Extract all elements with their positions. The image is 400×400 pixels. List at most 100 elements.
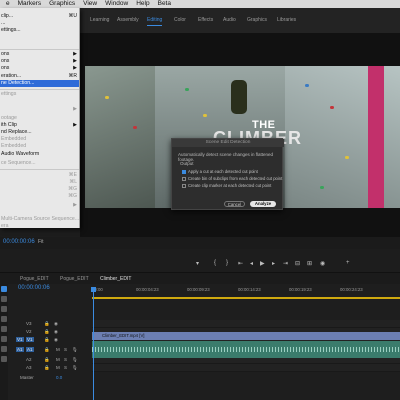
slip-tool-icon[interactable] <box>1 326 7 332</box>
workspace-tab-audio[interactable]: Audio <box>223 17 236 23</box>
option-create-clip-marker[interactable]: Create clip marker at each detected cut … <box>182 183 271 188</box>
analyze-button[interactable]: Analyze <box>250 201 276 207</box>
microphone-icon[interactable]: 🎙 <box>72 357 78 363</box>
menu-row[interactable]: ⌘L <box>0 179 79 186</box>
marker-icon[interactable]: ▾ <box>196 260 199 267</box>
menu-row[interactable]: nd Replace... <box>0 129 79 136</box>
menu-row[interactable]: eration... ⌘R <box>0 73 79 80</box>
mark-out-icon[interactable]: } <box>226 260 228 266</box>
microphone-icon[interactable]: 🎙 <box>72 347 78 353</box>
go-to-in-icon[interactable]: ⇤ <box>238 260 243 267</box>
workspace-tab-libraries[interactable]: Libraries <box>277 17 296 23</box>
extract-icon[interactable]: ⊞ <box>307 260 312 267</box>
program-timecode[interactable]: 00:00:00:06 <box>3 239 35 245</box>
lock-icon[interactable]: 🔒 <box>44 357 50 363</box>
mute-icon[interactable]: M <box>56 365 60 370</box>
solo-icon[interactable]: S <box>64 365 67 370</box>
workspace-tab-editing[interactable]: Editing <box>147 17 163 26</box>
track-label[interactable]: V1 <box>26 337 34 342</box>
sequence-tab-climber-edit[interactable]: Climber_EDIT <box>100 276 131 282</box>
timeline-timecode[interactable]: 00:00:00:06 <box>18 285 50 291</box>
work-area-bar[interactable] <box>92 297 400 299</box>
menu-item-clip-partial[interactable]: e <box>2 0 14 8</box>
audio-clip[interactable] <box>92 341 400 358</box>
pen-tool-icon[interactable] <box>1 336 7 342</box>
mark-in-icon[interactable]: { <box>214 260 216 266</box>
lock-icon[interactable]: 🔒 <box>44 365 50 371</box>
lift-icon[interactable]: ⊟ <box>295 260 300 267</box>
eye-icon[interactable]: ◉ <box>54 321 58 327</box>
track-label[interactable]: A1 <box>26 347 34 352</box>
menu-item-beta[interactable]: Beta <box>154 0 175 8</box>
microphone-icon[interactable]: 🎙 <box>72 365 78 371</box>
menu-row[interactable]: ettings... <box>0 27 79 34</box>
solo-icon[interactable]: S <box>64 347 67 352</box>
track-select-tool-icon[interactable] <box>1 296 7 302</box>
track-label[interactable]: A2 <box>26 357 32 362</box>
workspace-tab-color[interactable]: Color <box>174 17 186 23</box>
menu-row[interactable]: ons ▶ <box>0 58 79 65</box>
lock-icon[interactable]: 🔒 <box>44 329 50 335</box>
razor-tool-icon[interactable] <box>1 316 7 322</box>
menu-row[interactable]: Embedded <box>0 143 79 150</box>
menu-item-window[interactable]: Window <box>101 0 132 8</box>
eye-icon[interactable]: ◉ <box>54 329 58 335</box>
track-label[interactable]: V2 <box>26 329 32 334</box>
menu-row[interactable]: ▶ <box>0 106 79 113</box>
menu-row[interactable]: ith Clip ▶ <box>0 122 79 129</box>
sequence-tab-pogue-edit-2[interactable]: Pogue_EDIT <box>60 276 89 282</box>
workspace-tab-assembly[interactable]: Assembly <box>117 17 139 23</box>
lock-icon[interactable]: 🔒 <box>44 347 50 353</box>
export-frame-icon[interactable]: ◉ <box>320 260 325 267</box>
hand-tool-icon[interactable] <box>1 346 7 352</box>
menu-row[interactable]: ce Sequence... <box>0 160 79 167</box>
ripple-edit-tool-icon[interactable] <box>1 306 7 312</box>
menu-row[interactable]: ⌘G <box>0 186 79 193</box>
menu-row-scene-edit-detection[interactable]: ne Detection... <box>0 80 79 87</box>
menu-item-markers[interactable]: Markers <box>14 0 45 8</box>
menu-row[interactable]: ons ▶ <box>0 51 79 58</box>
source-patch-a1[interactable]: A1 <box>16 347 24 352</box>
time-ruler[interactable]: 00:00 00:00:04:23 00:00:09:23 00:00:14:2… <box>92 287 400 297</box>
source-patch-v1[interactable]: V1 <box>16 337 24 342</box>
workspace-tab-effects[interactable]: Effects <box>198 17 213 23</box>
track-a3[interactable] <box>92 364 400 372</box>
menu-row[interactable]: Multi-Camera Source Sequence... <box>0 216 79 223</box>
selection-tool-icon[interactable] <box>1 286 7 292</box>
sequence-tab-pogue-edit-1[interactable]: Pogue_EDIT <box>20 276 49 282</box>
eye-icon[interactable]: ◉ <box>54 337 58 343</box>
checkbox-apply-cut[interactable] <box>182 169 186 174</box>
menu-item-view[interactable]: View <box>79 0 101 8</box>
menu-item-graphics[interactable]: Graphics <box>45 0 79 8</box>
mute-icon[interactable]: M <box>56 357 60 362</box>
play-icon[interactable]: ▶ <box>260 260 265 267</box>
workspace-tab-graphics[interactable]: Graphics <box>247 17 267 23</box>
lock-icon[interactable]: 🔒 <box>44 321 50 327</box>
track-label[interactable]: A3 <box>26 365 32 370</box>
lock-icon[interactable]: 🔒 <box>44 337 50 343</box>
menu-row[interactable]: Audio Waveform <box>0 151 79 158</box>
cancel-button[interactable]: Cancel <box>224 201 245 207</box>
menu-row[interactable]: ootage <box>0 115 79 122</box>
menu-row[interactable]: ettings <box>0 91 79 98</box>
menu-row[interactable]: Embedded <box>0 136 79 143</box>
master-volume-value[interactable]: 0.0 <box>56 375 62 380</box>
workspace-tab-learning[interactable]: Learning <box>90 17 109 23</box>
checkbox-create-subclip-bin[interactable] <box>182 176 186 181</box>
menu-row[interactable]: clip... ⌘U <box>0 13 79 20</box>
step-forward-icon[interactable]: ▸ <box>272 260 275 267</box>
mute-icon[interactable]: M <box>56 347 60 352</box>
go-to-out-icon[interactable]: ⇥ <box>283 260 288 267</box>
solo-icon[interactable]: S <box>64 357 67 362</box>
track-v3[interactable] <box>92 320 400 328</box>
option-create-subclip-bin[interactable]: Create bin of subclips from each detecte… <box>182 176 282 181</box>
menu-row[interactable]: ▶ <box>0 202 79 209</box>
menu-row[interactable]: ⌘G <box>0 193 79 200</box>
menu-item-help[interactable]: Help <box>132 0 153 8</box>
button-editor-icon[interactable]: + <box>346 260 350 266</box>
playhead-line[interactable] <box>93 288 94 400</box>
option-apply-cut[interactable]: Apply a cut at each detected cut point <box>182 169 258 174</box>
zoom-fit-select[interactable]: Fit <box>38 239 44 245</box>
checkbox-create-clip-marker[interactable] <box>182 183 186 188</box>
track-label[interactable]: V3 <box>26 321 32 326</box>
